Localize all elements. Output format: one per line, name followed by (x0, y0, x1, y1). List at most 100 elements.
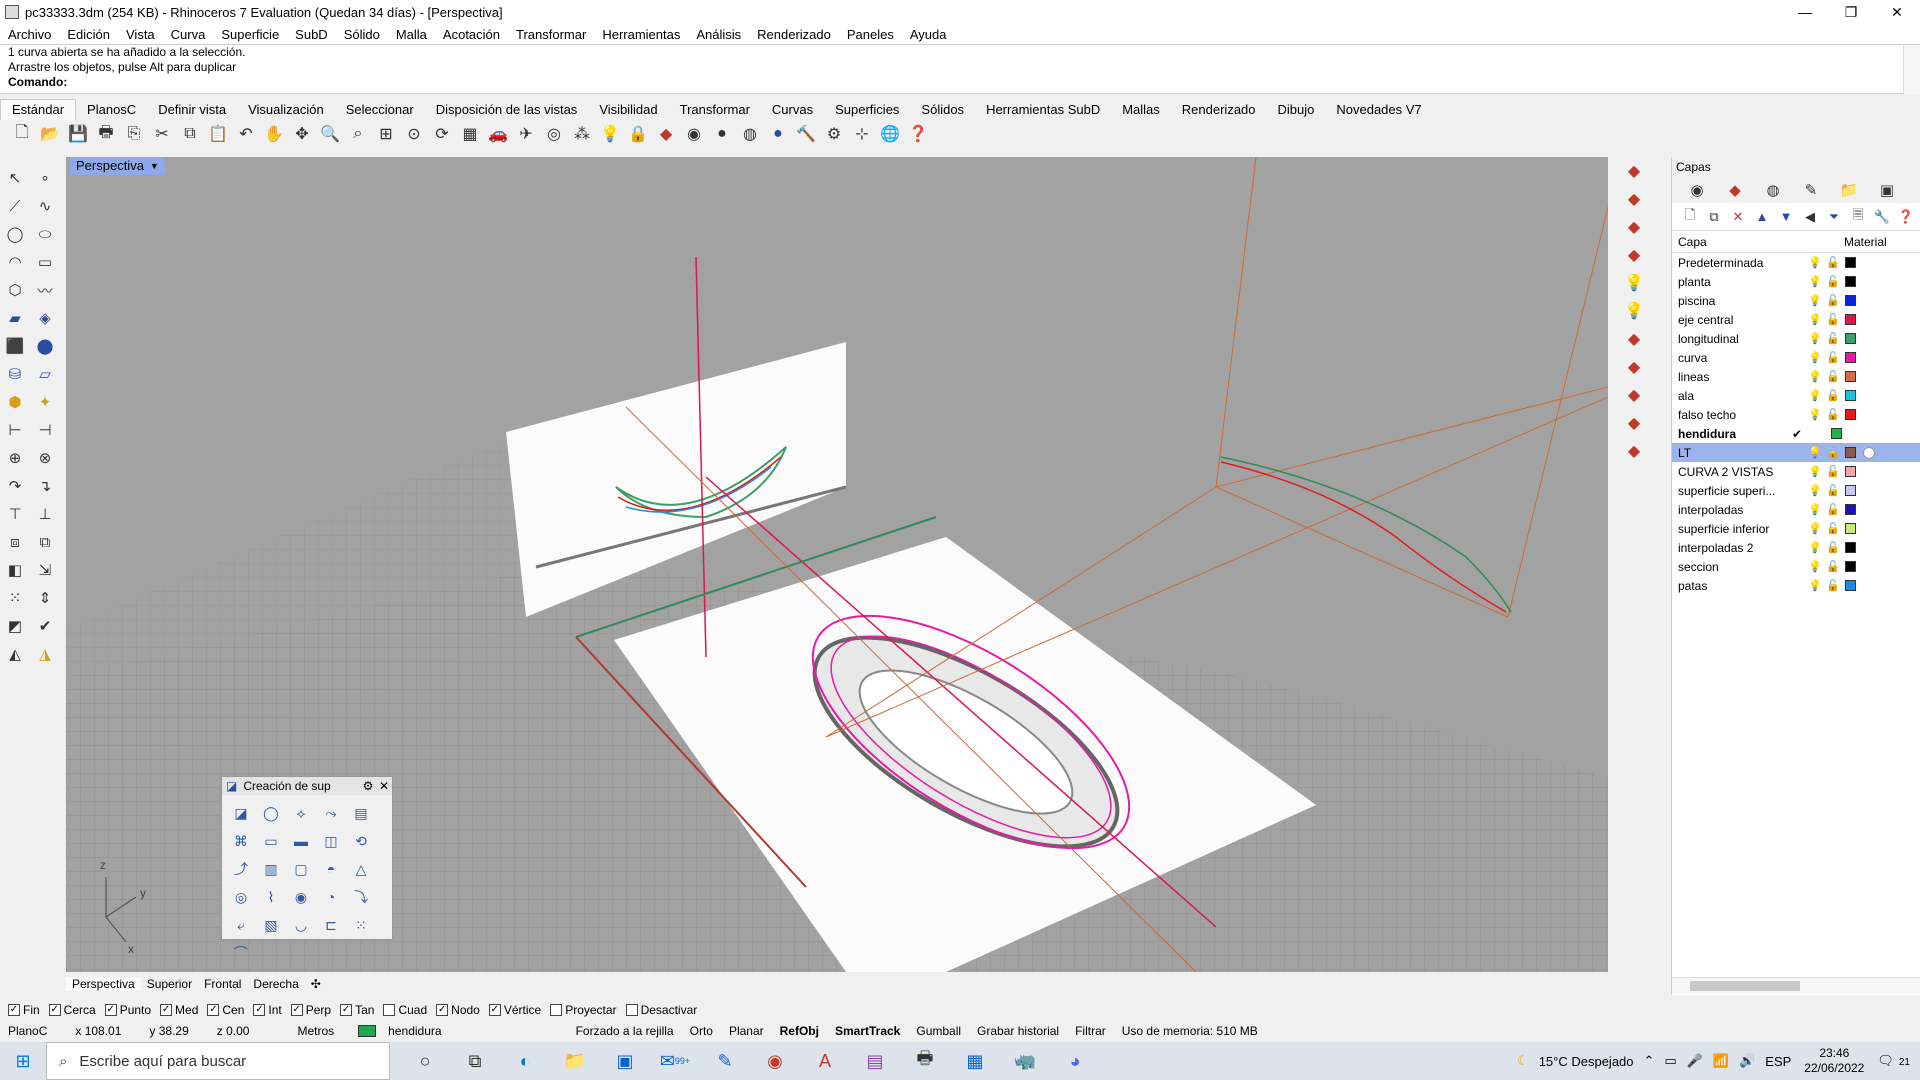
sphere-icon[interactable]: ◯ (257, 799, 285, 827)
clock[interactable]: 23:46 22/06/2022 (1796, 1046, 1872, 1076)
layer-row[interactable]: planta 💡 🔓 (1672, 272, 1920, 291)
checkbox-unchecked-icon[interactable] (383, 1004, 396, 1016)
drape-icon[interactable]: ◔ (317, 883, 345, 911)
osnap-toggle[interactable]: ✓ Punto (104, 1003, 151, 1017)
layer-visibility-bulb-icon[interactable]: 💡 (1806, 560, 1824, 573)
tray-chevron-icon[interactable]: ⌃ (1639, 1053, 1660, 1069)
surface-creation-floating-toolbar[interactable]: ◪ Creación de sup ⚙ ✕ ◪ ◯ ⟡ ⤳ ▤ ⌘ ▭ ▬ ◫ ⟲ ⤴ ▥ ▢ ◓ △ ◎ ⌇ ◉… (221, 776, 393, 961)
layer-lock-icon[interactable]: 🔓 (1824, 560, 1842, 573)
gumball-toggle[interactable]: Gumball (908, 1024, 969, 1038)
layer-lock-icon[interactable]: 🔓 (1824, 465, 1842, 478)
ortho-toggle[interactable]: Orto (682, 1024, 721, 1038)
layer-color-swatch[interactable] (1845, 276, 1856, 287)
bulb-icon[interactable]: 💡 (1619, 269, 1649, 297)
checkbox-checked-icon[interactable]: ✓ (160, 1004, 173, 1016)
refobj-toggle[interactable]: RefObj (772, 1024, 827, 1038)
move-down-icon[interactable]: ▼ (1775, 206, 1797, 228)
osnap-toggle[interactable]: Cuad (383, 1003, 427, 1017)
checkbox-checked-icon[interactable]: ✓ (253, 1004, 266, 1016)
acrobat-icon[interactable]: A (801, 1042, 849, 1080)
command-prompt[interactable]: Comando: (0, 75, 1920, 90)
tab-planosc[interactable]: PlanosC (76, 100, 147, 120)
tray-apps-icon[interactable]: ▭ (1659, 1053, 1681, 1069)
undo-icon[interactable]: ↶ (233, 121, 259, 147)
layer-unlock-icon[interactable]: ◆ (1619, 381, 1649, 409)
layer-name[interactable]: hendidura (1672, 427, 1792, 441)
menu-acotacion[interactable]: Acotación (435, 27, 508, 42)
layer-match-icon[interactable]: ◆ (1619, 409, 1649, 437)
layer-lock-icon[interactable]: 🔓 (1824, 484, 1842, 497)
rotate-view-icon[interactable]: ⟳ (429, 121, 455, 147)
discord-icon[interactable]: ◕ (1051, 1042, 1099, 1080)
layer-name[interactable]: superficie inferior (1672, 522, 1792, 536)
layer-name[interactable]: longitudinal (1672, 332, 1792, 346)
curve-icon[interactable]: ∿ (31, 192, 59, 220)
command-scrollbar[interactable] (1903, 45, 1920, 95)
delete-layer-icon[interactable]: ✕ (1727, 206, 1749, 228)
layer-name[interactable]: interpoladas (1672, 503, 1792, 517)
layer-visibility-bulb-icon[interactable]: 💡 (1806, 389, 1824, 402)
move-view-icon[interactable]: ✥ (289, 121, 315, 147)
sweep1-icon[interactable]: ⤵ (347, 883, 375, 911)
chamfer-icon[interactable]: ↴ (31, 472, 59, 500)
ellipse-icon[interactable]: ⬭ (31, 220, 59, 248)
volume-icon[interactable]: 🔊 (1734, 1053, 1760, 1069)
sweep-icon[interactable]: ⤳ (317, 799, 345, 827)
layer-icon[interactable]: ◆ (653, 121, 679, 147)
cplane-label[interactable]: PlanoC (0, 1024, 55, 1038)
layer-on-icon[interactable]: ◆ (1619, 185, 1649, 213)
named-views-tab-icon[interactable]: ▣ (1869, 179, 1905, 201)
dimension-icon[interactable]: ⊢ (1, 416, 29, 444)
layer-color-swatch[interactable] (1845, 295, 1856, 306)
text-icon[interactable]: ⊣ (31, 416, 59, 444)
tab-visualizacion[interactable]: Visualización (237, 100, 335, 120)
maximize-button[interactable]: ❐ (1828, 4, 1874, 21)
torus-icon[interactable]: ◎ (227, 883, 255, 911)
color-wheel-icon[interactable]: ◉ (681, 121, 707, 147)
layers-horizontal-scrollbar[interactable] (1672, 977, 1920, 993)
cone-icon[interactable]: △ (347, 855, 375, 883)
menu-subd[interactable]: SubD (287, 27, 336, 42)
layer-name[interactable]: CURVA 2 VISTAS (1672, 465, 1792, 479)
patch-icon[interactable]: ▤ (347, 799, 375, 827)
layer-visibility-bulb-icon[interactable]: 💡 (1806, 579, 1824, 592)
tab-visibilidad[interactable]: Visibilidad (588, 100, 668, 120)
osnap-toggle[interactable]: Proyectar (550, 1003, 617, 1017)
layer-visibility-bulb-icon[interactable]: 💡 (1806, 256, 1824, 269)
notification-icon[interactable]: 🗨 21 (1872, 1053, 1920, 1069)
plane-icon[interactable]: ▭ (257, 827, 285, 855)
pan-icon[interactable]: ✋ (261, 121, 287, 147)
checkbox-checked-icon[interactable]: ✓ (48, 1004, 61, 1016)
menu-solido[interactable]: Sólido (336, 27, 388, 42)
tab-herramientas-subd[interactable]: Herramientas SubD (975, 100, 1111, 120)
libraries-tab-icon[interactable]: 📁 (1831, 179, 1867, 201)
tube-icon[interactable]: ⊏ (317, 911, 345, 939)
layer-row[interactable]: curva 💡 🔓 (1672, 348, 1920, 367)
layer-row[interactable]: piscina 💡 🔓 (1672, 291, 1920, 310)
mail-icon[interactable]: ✉ 99+ (651, 1042, 699, 1080)
checkbox-checked-icon[interactable]: ✓ (436, 1004, 449, 1016)
layer-lock-icon[interactable]: 🔓 (1824, 313, 1842, 326)
view-tab-frontal[interactable]: Frontal (198, 977, 247, 991)
menu-superficie[interactable]: Superficie (213, 27, 287, 42)
tab-seleccionar[interactable]: Seleccionar (335, 100, 425, 120)
layer-name[interactable]: seccion (1672, 560, 1792, 574)
layer-visibility-bulb-icon[interactable]: 💡 (1806, 541, 1824, 554)
solid-tools-icon[interactable]: ◧ (1, 556, 29, 584)
layer-isolate-icon[interactable]: ◆ (1619, 325, 1649, 353)
minimize-button[interactable]: — (1782, 4, 1828, 21)
checkbox-unchecked-icon[interactable] (550, 1004, 563, 1016)
orient-icon[interactable]: ⇲ (31, 556, 59, 584)
four-viewports-icon[interactable]: ▦ (457, 121, 483, 147)
layer-name[interactable]: piscina (1672, 294, 1792, 308)
osnap-toggle[interactable]: ✓ Nodo (436, 1003, 480, 1017)
grid-icon[interactable]: ⊹ (849, 121, 875, 147)
zoom-selected-icon[interactable]: ⊙ (401, 121, 427, 147)
heightfield-icon[interactable]: ▧ (257, 911, 285, 939)
menu-renderizado[interactable]: Renderizado (749, 27, 839, 42)
layer-color-swatch[interactable] (1845, 352, 1856, 363)
view-tab-derecha[interactable]: Derecha (247, 977, 304, 991)
layer-visibility-bulb-icon[interactable]: 💡 (1806, 446, 1824, 459)
task-view-icon[interactable]: ⧉ (451, 1042, 499, 1080)
help-icon[interactable]: ❓ (905, 121, 931, 147)
